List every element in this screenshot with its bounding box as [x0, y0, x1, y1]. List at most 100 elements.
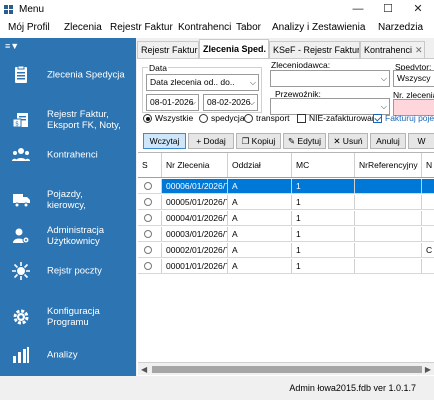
cell-mc[interactable]: 1: [292, 227, 355, 241]
cell-nr-zlecenia[interactable]: 00002/01/2026/T: [162, 243, 228, 257]
delete-button[interactable]: ✕ Usuń: [328, 133, 368, 149]
sidebar-item-analizy[interactable]: Analizy: [0, 335, 136, 375]
cell-nr-zlecenia[interactable]: 00005/01/2026/T: [162, 195, 228, 209]
row-radio[interactable]: [144, 262, 152, 270]
cell-oddzial[interactable]: A: [228, 227, 292, 241]
row-select-cell[interactable]: [138, 227, 162, 241]
menu-analizy[interactable]: Analizy i Zestawienia: [272, 22, 365, 33]
copy-button[interactable]: ❐ Kopiuj: [236, 133, 281, 149]
row-select-cell[interactable]: [138, 259, 162, 273]
tab-kontrahenci[interactable]: Kontrahenci ✕: [360, 41, 425, 59]
table-row[interactable]: 00004/01/2026/T A 1: [138, 211, 434, 226]
row-select-cell[interactable]: [138, 195, 162, 209]
date-from-picker[interactable]: 08-01-2026 ⌵: [146, 94, 199, 111]
close-button[interactable]: ✕: [403, 0, 433, 19]
cell-mc[interactable]: 1: [292, 259, 355, 273]
menu-rejestr-faktur[interactable]: Rejestr Faktur: [110, 22, 173, 33]
menu-moj-profil[interactable]: Mój Profil: [8, 22, 50, 33]
sidebar-item-rejestr-faktur[interactable]: $ Rejestr Faktur, Eksport FK, Noty,: [0, 100, 136, 140]
cell-oddzial[interactable]: A: [228, 211, 292, 225]
row-radio[interactable]: [144, 198, 152, 206]
scrollbar-thumb[interactable]: [152, 366, 422, 373]
column-header-oddzial[interactable]: Oddział: [228, 153, 292, 177]
tab-ksef-rejestr[interactable]: KSeF - Rejestr Faktur✕: [269, 41, 360, 59]
cell-n[interactable]: [422, 195, 434, 209]
cell-mc[interactable]: 1: [292, 243, 355, 257]
sidebar-toggle-icon[interactable]: ≡▼: [5, 41, 19, 51]
tab-zlecenia-sped[interactable]: Zlecenia Sped.✕: [199, 39, 269, 59]
row-radio[interactable]: [144, 182, 152, 190]
column-header-nr-zlecenia[interactable]: Nr Zlecenia: [162, 153, 228, 177]
cell-mc[interactable]: 1: [292, 195, 355, 209]
table-row[interactable]: 00002/01/2026/T A 1 C: [138, 243, 434, 258]
horizontal-scrollbar[interactable]: ◀ ▶: [138, 362, 434, 375]
sidebar-item-kontrahenci[interactable]: Kontrahenci: [0, 135, 136, 175]
date-to-picker[interactable]: 08-02-2026 ⌵: [203, 94, 258, 111]
cell-nr-referencyjny[interactable]: [355, 243, 422, 257]
cancel-button[interactable]: Anuluj: [370, 133, 406, 149]
cell-n[interactable]: [422, 227, 434, 241]
menu-narzedzia[interactable]: Narzedzia: [378, 22, 423, 33]
scroll-left-icon[interactable]: ◀: [141, 363, 147, 376]
menu-zlecenia[interactable]: Zlecenia: [64, 22, 102, 33]
row-select-cell[interactable]: [138, 179, 162, 193]
radio-transport[interactable]: [244, 114, 253, 123]
tab-close-icon[interactable]: ✕: [415, 45, 423, 55]
scroll-right-icon[interactable]: ▶: [425, 363, 431, 376]
table-row[interactable]: 00005/01/2026/T A 1: [138, 195, 434, 210]
sidebar-item-zlecenia-spedycja[interactable]: Zlecenia Spedycja: [0, 55, 136, 95]
checkbox-fakturuj[interactable]: [373, 114, 382, 123]
edit-button[interactable]: ✎ Edytuj: [283, 133, 326, 149]
orders-grid[interactable]: S Nr Zlecenia Oddział MC NrReferencyjny …: [138, 152, 434, 360]
maximize-button[interactable]: ☐: [373, 0, 403, 19]
cell-oddzial[interactable]: A: [228, 179, 292, 193]
table-row[interactable]: 00003/01/2026/T A 1: [138, 227, 434, 242]
column-header-nr-referencyjny[interactable]: NrReferencyjny: [355, 153, 422, 177]
cell-nr-referencyjny[interactable]: [355, 195, 422, 209]
cell-n[interactable]: C: [422, 243, 434, 257]
row-radio[interactable]: [144, 214, 152, 222]
sidebar-item-pojazdy[interactable]: Pojazdy, kierowcy,: [0, 180, 136, 220]
row-select-cell[interactable]: [138, 211, 162, 225]
column-header-s[interactable]: S: [138, 153, 162, 177]
cell-nr-referencyjny[interactable]: [355, 227, 422, 241]
column-header-n[interactable]: N: [422, 153, 434, 177]
sidebar-item-rejestr-poczty[interactable]: Rejstr poczty: [0, 251, 136, 291]
cell-nr-referencyjny[interactable]: [355, 259, 422, 273]
cell-nr-zlecenia[interactable]: 00004/01/2026/T: [162, 211, 228, 225]
row-select-cell[interactable]: [138, 243, 162, 257]
wczytaj-button[interactable]: Wczytaj: [143, 133, 186, 149]
date-type-select[interactable]: Data zlecenia od.. do.. ⌵: [146, 74, 259, 91]
cell-oddzial[interactable]: A: [228, 243, 292, 257]
menu-kontrahenci[interactable]: Kontrahenci: [178, 22, 231, 33]
cell-oddzial[interactable]: A: [228, 195, 292, 209]
more-button[interactable]: W: [408, 133, 434, 149]
column-header-mc[interactable]: MC: [292, 153, 355, 177]
radio-spedycja[interactable]: [199, 114, 208, 123]
add-button[interactable]: + Dodaj: [188, 133, 234, 149]
cell-oddzial[interactable]: A: [228, 259, 292, 273]
menu-tabor[interactable]: Tabor: [236, 22, 261, 33]
cell-nr-zlecenia[interactable]: 00003/01/2026/T: [162, 227, 228, 241]
table-row[interactable]: 00001/01/2026/T A 1: [138, 259, 434, 274]
checkbox-nie-zafakturowane[interactable]: [297, 114, 306, 123]
cell-mc[interactable]: 1: [292, 179, 355, 193]
cell-n[interactable]: [422, 259, 434, 273]
cell-n[interactable]: [422, 179, 434, 193]
sidebar-item-administracja[interactable]: Administracja Użytkownicy: [0, 216, 136, 256]
sidebar-item-konfiguracja[interactable]: Konfiguracja Programu: [0, 297, 136, 337]
cell-nr-zlecenia[interactable]: 00001/01/2026/T: [162, 259, 228, 273]
row-radio[interactable]: [144, 246, 152, 254]
zleceniodawca-select[interactable]: ⌵: [270, 70, 390, 87]
table-row[interactable]: 00006/01/2026/T A 1: [138, 179, 434, 194]
minimize-button[interactable]: —: [343, 0, 373, 19]
tab-rejestr-faktur[interactable]: Rejestr Faktur✕: [137, 41, 199, 59]
cell-nr-referencyjny[interactable]: [355, 179, 422, 193]
spedytor-select[interactable]: Wszyscy: [393, 70, 434, 87]
cell-mc[interactable]: 1: [292, 211, 355, 225]
radio-wszystkie[interactable]: [143, 114, 152, 123]
row-radio[interactable]: [144, 230, 152, 238]
cell-n[interactable]: [422, 211, 434, 225]
cell-nr-referencyjny[interactable]: [355, 211, 422, 225]
cell-nr-zlecenia[interactable]: 00006/01/2026/T: [162, 179, 228, 193]
